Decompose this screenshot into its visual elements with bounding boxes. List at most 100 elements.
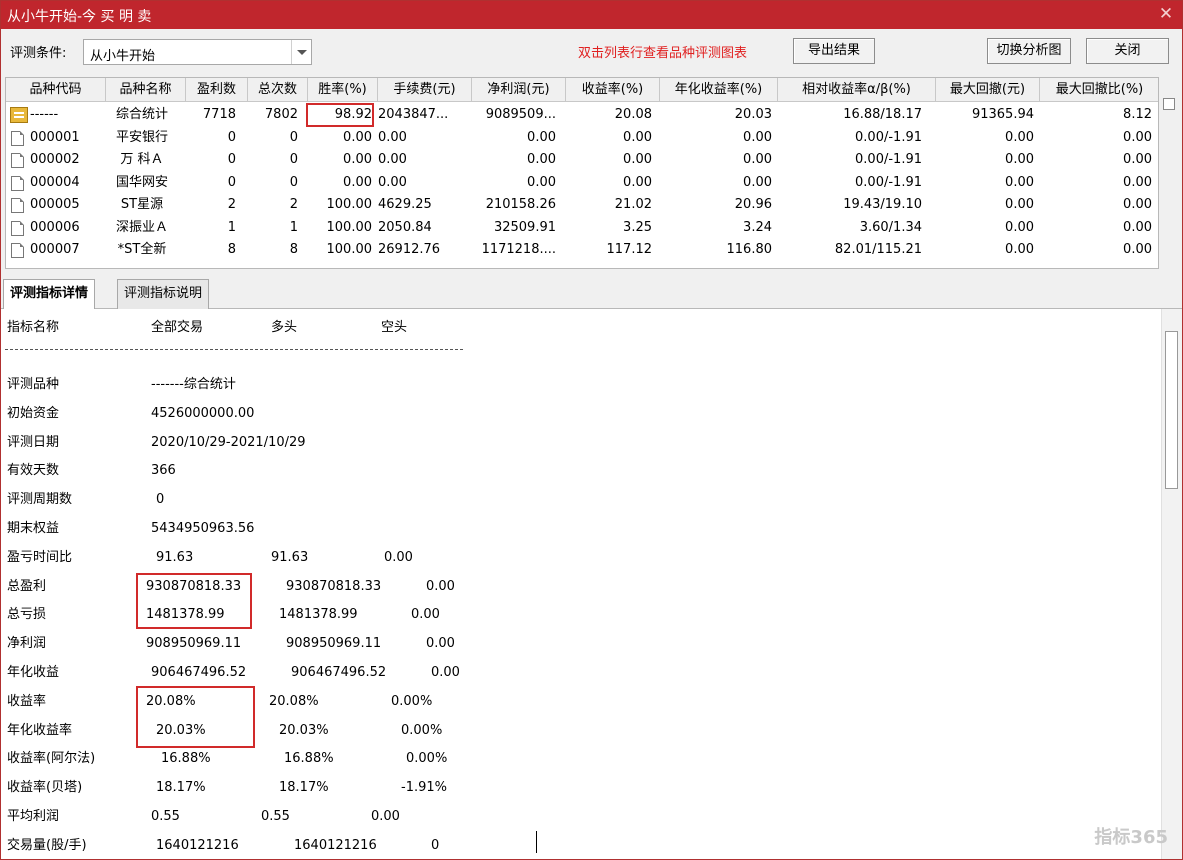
column-header[interactable]: 品种代码 <box>6 78 106 102</box>
document-icon <box>11 175 24 191</box>
condition-select[interactable]: 从小牛开始 <box>83 39 312 65</box>
detail-metric-value: 18.17% <box>279 780 329 796</box>
table-cell: 100.00 <box>326 242 373 257</box>
detail-metric-value: 20.08% <box>269 693 319 709</box>
detail-metric-value: 0.00% <box>391 693 433 709</box>
table-cell: 2050.84 <box>378 219 432 235</box>
table-cell: 0 <box>227 129 236 145</box>
table-cell: 0.00 <box>1005 197 1034 212</box>
table-cell: 0.00 <box>1005 152 1034 167</box>
table-cell: 0.00/-1.91 <box>855 174 922 190</box>
detail-metric-name: 平均利润 <box>7 809 60 824</box>
chevron-down-icon[interactable] <box>291 40 311 64</box>
document-icon <box>11 130 24 146</box>
detail-metric-value: 4526000000.00 <box>151 405 255 421</box>
detail-metric-value: 0.00 <box>411 607 440 623</box>
detail-separator <box>5 349 463 350</box>
column-header[interactable]: 手续费(元) <box>378 78 472 102</box>
detail-metric-value: 1481378.99 <box>279 607 358 623</box>
table-cell: 210158.26 <box>485 197 556 212</box>
table-cell: 1 <box>227 219 236 235</box>
condition-label: 评测条件: <box>10 46 67 61</box>
highlight-winrate <box>306 103 374 127</box>
scrollbar-thumb[interactable] <box>1165 331 1178 489</box>
table-row[interactable]: 000004 国华网安 0 0 0.00 0.00 0.00 0.00 0.00 0.00/-1.… <box>6 172 1158 194</box>
close-icon[interactable]: ✕ <box>1156 4 1176 24</box>
detail-header-name: 指标名称 <box>7 320 60 335</box>
table-cell: 91365.94 <box>971 107 1034 122</box>
column-header[interactable]: 最大回撤比(%) <box>1040 78 1158 102</box>
table-cell: 0.00 <box>743 152 772 167</box>
table-cell: 0.00 <box>378 152 407 167</box>
table-cell: 0.00 <box>527 174 556 190</box>
column-header[interactable]: 最大回撤(元) <box>936 78 1040 102</box>
column-header[interactable]: 总次数 <box>248 78 308 102</box>
document-icon <box>11 243 24 258</box>
title-bar: 从小牛开始-今 买 明 卖 ✕ <box>1 1 1182 29</box>
detail-metric-value: 0.00% <box>406 751 448 767</box>
table-cell: 0.00 <box>1123 242 1152 257</box>
switch-chart-button[interactable]: 切换分析图 <box>987 38 1071 64</box>
column-header[interactable]: 净利润(元) <box>472 78 566 102</box>
table-row[interactable]: 000005 ST星源 2 2 100.00 4629.25 210158.26 21.02 2… <box>6 194 1158 216</box>
table-cell: 117.12 <box>606 242 653 257</box>
detail-metric-value: 908950969.11 <box>146 636 242 652</box>
table-cell: 0 <box>289 152 298 167</box>
detail-metric-value: 91.63 <box>156 549 194 565</box>
table-row[interactable]: 000007 *ST全新 8 8 100.00 26912.76 1171218.... 11… <box>6 239 1158 261</box>
table-cell: 0 <box>227 174 236 190</box>
table-cell: 0.00 <box>1005 242 1034 257</box>
detail-metric-value: 0 <box>156 492 165 508</box>
detail-scrollbar[interactable] <box>1161 309 1182 859</box>
export-button[interactable]: 导出结果 <box>793 38 875 64</box>
table-header: 品种代码 品种名称 盈利数 总次数 胜率(%) 手续费(元) 净利润(元) 收益率(%) 年化收… <box>6 78 1158 102</box>
detail-header-short: 空头 <box>381 320 408 335</box>
table-cell: 20.96 <box>734 197 772 212</box>
detail-metric-name: 评测周期数 <box>7 492 73 508</box>
result-table[interactable]: 品种代码 品种名称 盈利数 总次数 胜率(%) 手续费(元) 净利润(元) 收益率(%) 年化收… <box>5 77 1159 269</box>
detail-metric-value: 2020/10/29-2021/10/29 <box>151 434 306 450</box>
table-cell: 0 <box>289 174 298 190</box>
column-header[interactable]: 年化收益率(%) <box>660 78 778 102</box>
detail-metric-value: 18.17% <box>156 780 206 796</box>
table-cell: 综合统计 <box>115 107 168 122</box>
table-cell: 0.00 <box>1005 174 1034 190</box>
table-cell: 100.00 <box>326 197 373 212</box>
table-cell: 000001 <box>30 129 80 145</box>
table-row[interactable]: ------ 综合统计 7718 7802 98.92 2043847... 9089509… <box>6 104 1158 126</box>
tab-indicator-details[interactable]: 评测指标详情 <box>3 279 96 310</box>
detail-metric-value: -------综合统计 <box>151 377 236 392</box>
table-cell: 万 科Ａ <box>120 152 164 167</box>
column-header[interactable]: 品种名称 <box>106 78 186 102</box>
column-toggle-checkbox[interactable] <box>1163 98 1175 110</box>
document-icon <box>11 198 24 213</box>
detail-header-all: 全部交易 <box>151 320 204 335</box>
table-cell: 0.00 <box>527 152 556 167</box>
table-row[interactable]: 000001 平安银行 0 0 0.00 0.00 0.00 0.00 0.00 0.00/-1.… <box>6 127 1158 149</box>
table-row[interactable]: 000006 深振业Ａ 1 1 100.00 2050.84 32509.91 3.25 3.2… <box>6 217 1158 239</box>
column-header[interactable]: 收益率(%) <box>566 78 660 102</box>
table-cell: *ST全新 <box>117 242 167 257</box>
table-cell: 16.88/18.17 <box>843 107 922 122</box>
table-cell: 000006 <box>30 219 80 235</box>
column-header[interactable]: 胜率(%) <box>308 78 378 102</box>
table-cell: 0.00 <box>378 129 407 145</box>
summary-icon <box>10 107 28 123</box>
table-cell: 0.00 <box>623 152 652 167</box>
table-row[interactable]: 000002 万 科Ａ 0 0 0.00 0.00 0.00 0.00 0.00 0.00/-1.… <box>6 149 1158 171</box>
table-cell: 000004 <box>30 174 80 190</box>
detail-header-long: 多头 <box>271 320 298 335</box>
detail-metric-name: 评测日期 <box>7 434 60 450</box>
column-header[interactable]: 相对收益率α/β(%) <box>778 78 936 102</box>
close-button[interactable]: 关闭 <box>1086 38 1169 64</box>
table-cell: 21.02 <box>614 197 652 212</box>
table-cell: 000002 <box>30 152 80 167</box>
tab-indicator-description[interactable]: 评测指标说明 <box>117 279 210 309</box>
column-header[interactable]: 盈利数 <box>186 78 248 102</box>
table-cell: 000007 <box>30 242 80 257</box>
table-cell: 26912.76 <box>378 242 441 257</box>
table-cell: 3.24 <box>743 219 772 235</box>
detail-metric-name: 初始资金 <box>7 405 60 421</box>
detail-metric-name: 盈亏时间比 <box>7 549 73 565</box>
detail-metric-value: 0.00 <box>371 809 400 824</box>
